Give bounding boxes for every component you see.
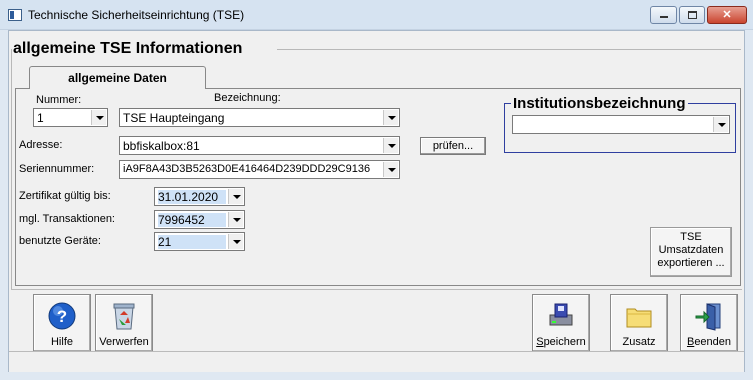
exit-door-icon xyxy=(681,301,737,331)
nummer-value: 1 xyxy=(37,111,44,125)
bezeichnung-value: TSE Haupteingang xyxy=(123,111,225,125)
status-bar xyxy=(9,351,744,372)
institution-title: Institutionsbezeichnung xyxy=(511,95,688,112)
chevron-down-icon[interactable] xyxy=(383,110,398,125)
transaktionen-value: 7996452 xyxy=(158,213,226,227)
group-border-left xyxy=(11,49,12,289)
maximize-icon xyxy=(688,11,697,19)
tse-export-line2: Umsatzdaten xyxy=(658,244,724,256)
beenden-rest: eenden xyxy=(694,336,732,348)
speichern-rest: peichern xyxy=(543,336,586,348)
recycle-bin-icon xyxy=(96,301,152,331)
title-bar: Technische Sicherheitseinrichtung (TSE) … xyxy=(0,0,753,30)
geraete-label: benutzte Geräte: xyxy=(19,235,101,247)
beenden-label: Beenden xyxy=(681,336,737,348)
bottom-toolbar: ? Hilfe Verwerfen Speichern Zusatz Beend… xyxy=(11,289,742,352)
tab-allgemeine-daten[interactable]: allgemeine Daten xyxy=(29,66,206,89)
window-title: Technische Sicherheitseinrichtung (TSE) xyxy=(28,8,245,22)
save-disk-icon xyxy=(533,301,589,331)
adresse-value: bbfiskalbox:81 xyxy=(123,139,200,153)
speichern-button[interactable]: Speichern xyxy=(532,294,590,352)
geraete-select[interactable]: 21 xyxy=(154,232,245,251)
group-border-top xyxy=(277,49,741,50)
adresse-select[interactable]: bbfiskalbox:81 xyxy=(119,136,400,155)
speichern-accel: S xyxy=(536,336,544,348)
tse-export-button[interactable]: TSE Umsatzdaten exportieren ... xyxy=(650,227,732,277)
maximize-button[interactable] xyxy=(679,6,705,24)
adresse-label: Adresse: xyxy=(19,139,63,151)
minimize-icon xyxy=(660,16,668,18)
close-icon: ✕ xyxy=(722,9,732,21)
pruefen-button[interactable]: prüfen... xyxy=(420,137,486,155)
seriennummer-select[interactable]: iA9F8A43D3B5263D0E416464D239DDD29C9136 xyxy=(119,160,400,179)
svg-text:?: ? xyxy=(57,307,67,326)
folder-icon xyxy=(611,301,667,331)
bezeichnung-select[interactable]: TSE Haupteingang xyxy=(119,108,400,127)
transaktionen-select[interactable]: 7996452 xyxy=(154,210,245,229)
speichern-label: Speichern xyxy=(533,336,589,348)
beenden-button[interactable]: Beenden xyxy=(680,294,738,352)
chevron-down-icon[interactable] xyxy=(383,138,398,153)
transaktionen-label: mgl. Transaktionen: xyxy=(19,213,115,225)
minimize-button[interactable] xyxy=(650,6,677,24)
help-icon: ? xyxy=(34,301,90,331)
zusatz-label: Zusatz xyxy=(622,336,656,348)
app-icon xyxy=(8,9,22,21)
seriennummer-label: Seriennummer: xyxy=(19,163,95,175)
nummer-select[interactable]: 1 xyxy=(33,108,108,127)
group-title: allgemeine TSE Informationen xyxy=(13,40,247,58)
client-area: allgemeine TSE Informationen allgemeine … xyxy=(8,30,745,372)
chevron-down-icon[interactable] xyxy=(91,110,106,125)
tse-export-line3: exportieren ... xyxy=(657,257,725,269)
verwerfen-button[interactable]: Verwerfen xyxy=(95,294,153,352)
zertifikat-label: Zertifikat gültig bis: xyxy=(19,190,111,202)
hilfe-label: Hilfe xyxy=(50,336,73,348)
bezeichnung-label: Bezeichnung: xyxy=(214,92,281,104)
tse-export-line1: TSE xyxy=(680,231,702,243)
chevron-down-icon[interactable] xyxy=(383,162,398,177)
nummer-label: Nummer: xyxy=(36,94,82,106)
zertifikat-value: 31.01.2020 xyxy=(158,190,226,204)
zusatz-button[interactable]: Zusatz xyxy=(610,294,668,352)
geraete-value: 21 xyxy=(158,235,226,249)
zertifikat-select[interactable]: 31.01.2020 xyxy=(154,187,245,206)
institution-select[interactable] xyxy=(512,115,730,134)
close-button[interactable]: ✕ xyxy=(707,6,747,24)
hilfe-button[interactable]: ? Hilfe xyxy=(33,294,91,352)
verwerfen-label: Verwerfen xyxy=(99,336,149,348)
chevron-down-icon[interactable] xyxy=(713,117,728,132)
chevron-down-icon[interactable] xyxy=(228,234,243,249)
seriennummer-value: iA9F8A43D3B5263D0E416464D239DDD29C9136 xyxy=(123,163,371,175)
chevron-down-icon[interactable] xyxy=(228,189,243,204)
chevron-down-icon[interactable] xyxy=(228,212,243,227)
